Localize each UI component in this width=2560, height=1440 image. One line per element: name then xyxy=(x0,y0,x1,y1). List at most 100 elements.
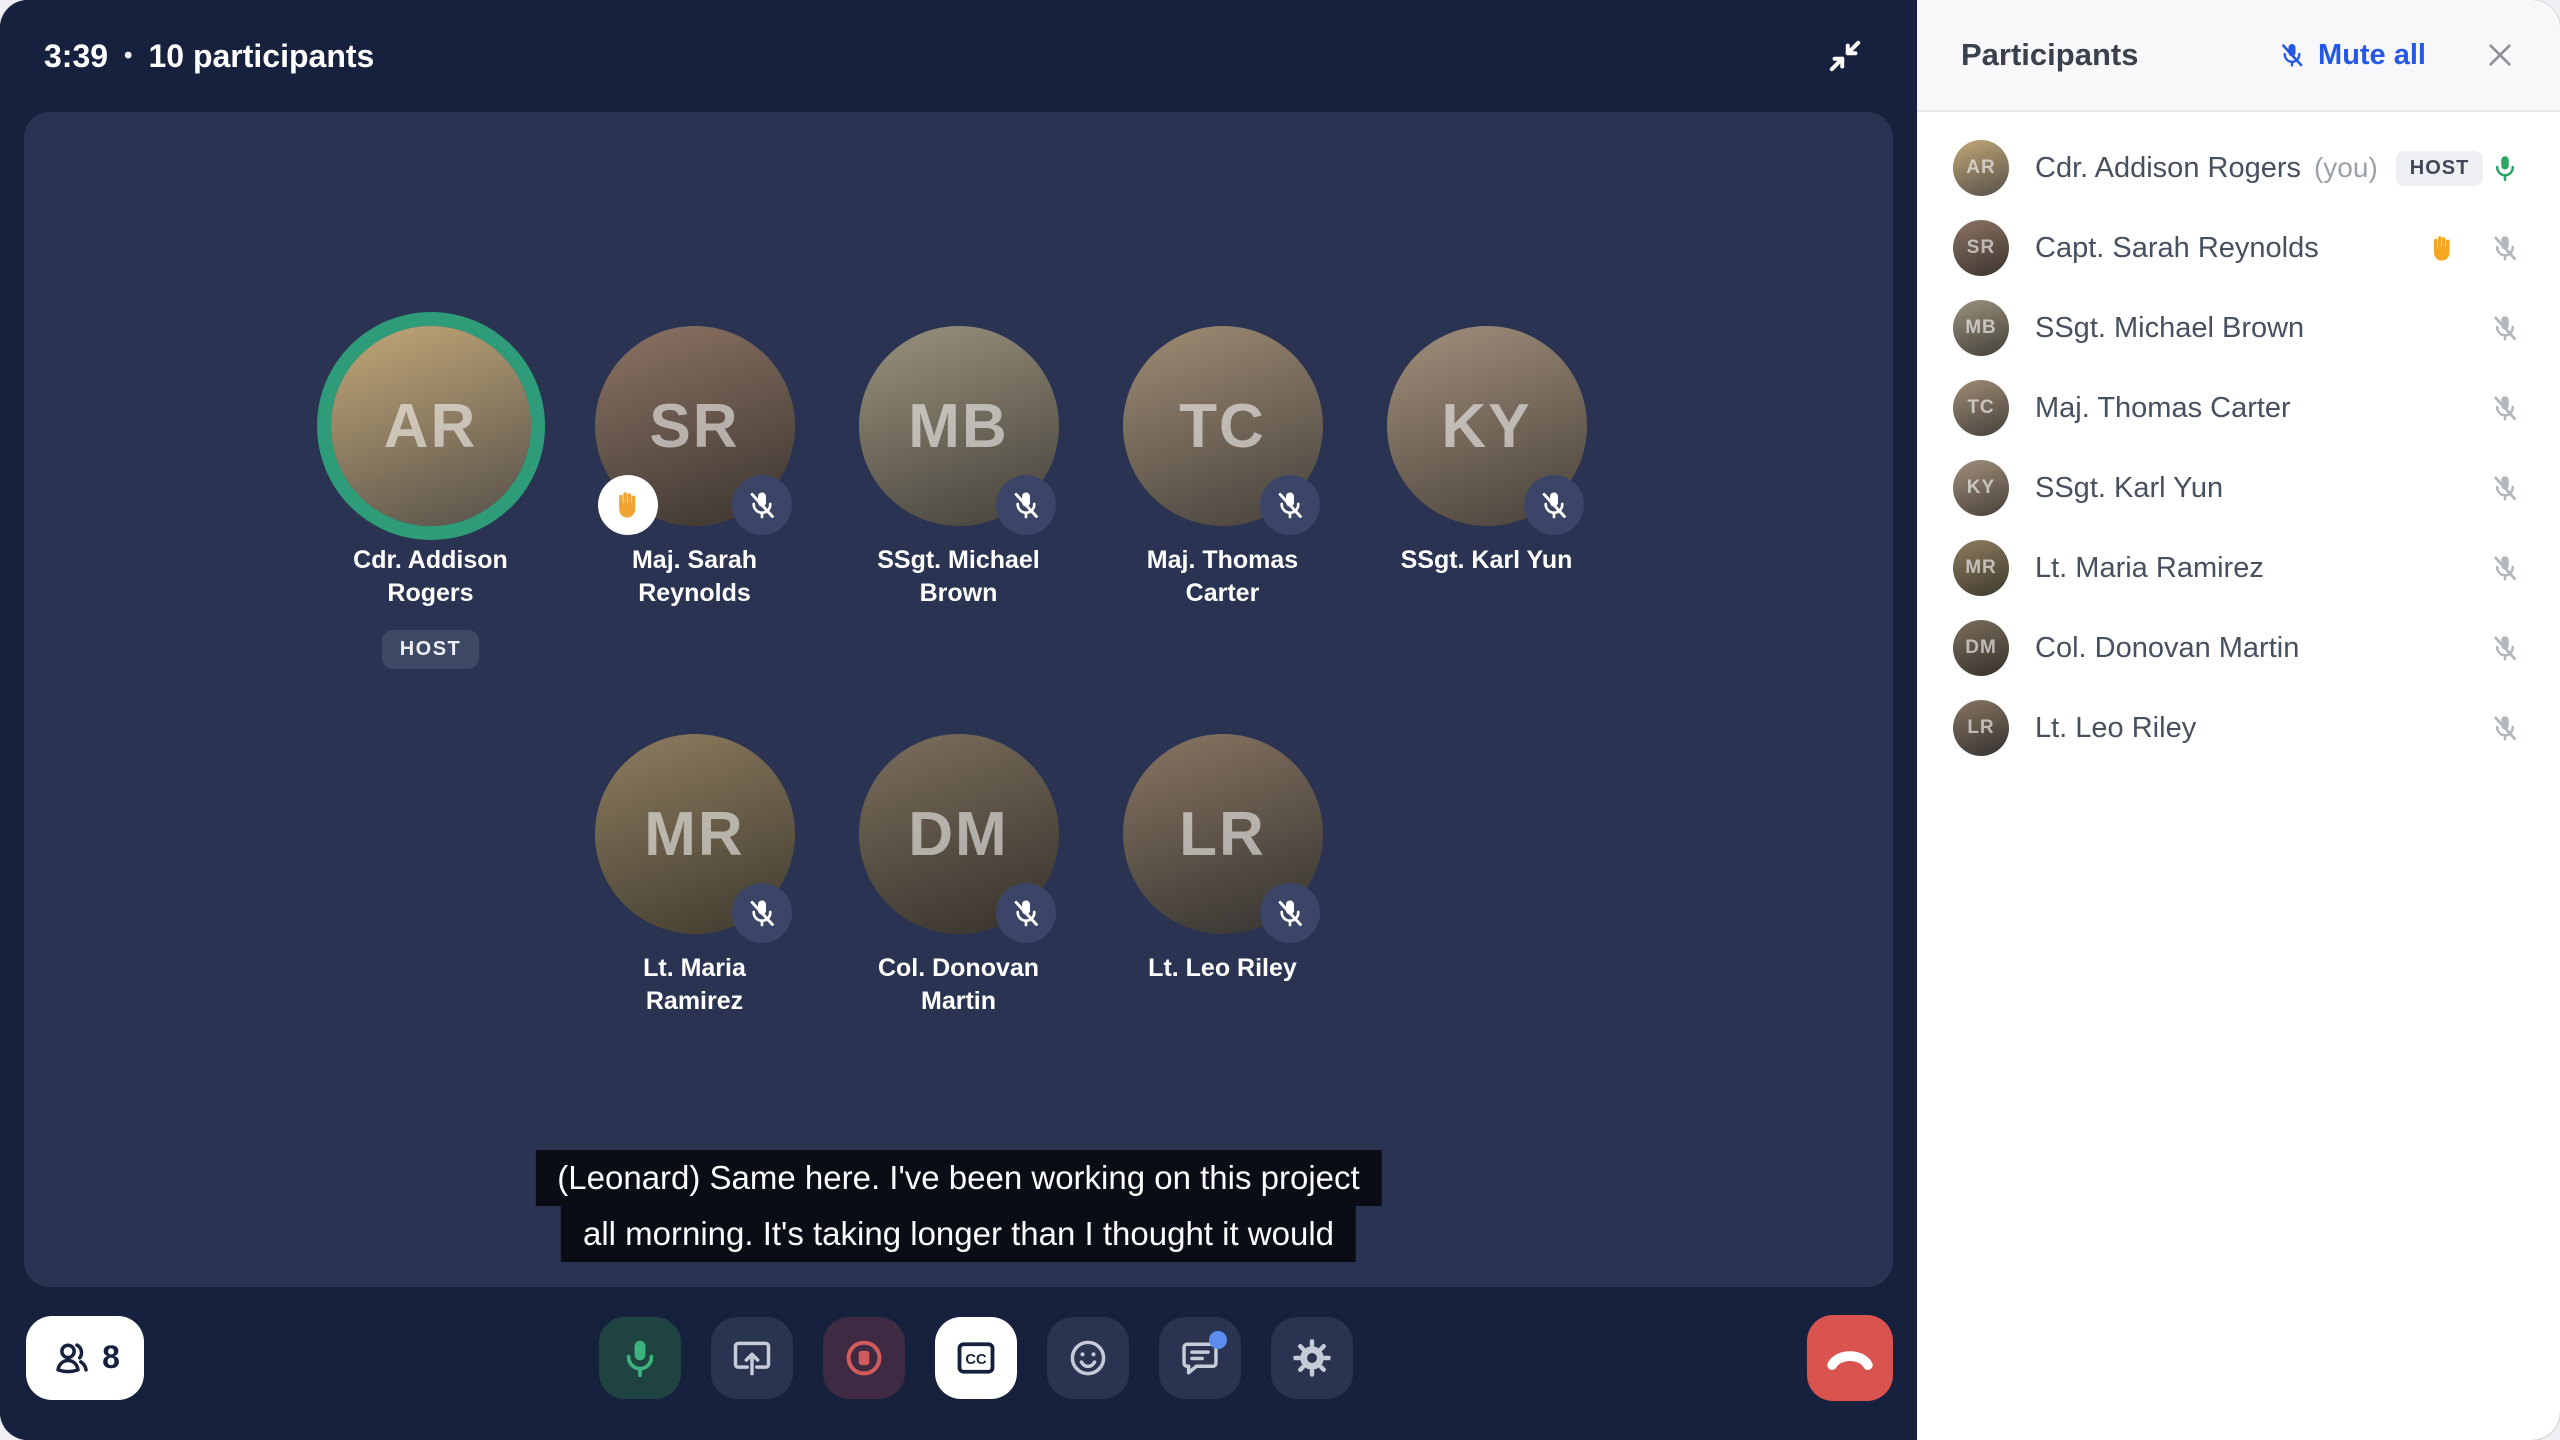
avatar-wrap: MR xyxy=(595,734,795,934)
raised-hand-badge xyxy=(598,475,658,535)
hang-up-icon xyxy=(1824,1343,1876,1373)
avatar-initials: MR xyxy=(1965,557,1997,579)
avatar-wrap: LR xyxy=(1123,734,1323,934)
participant-tile[interactable]: MB SSgt. Michael Brown xyxy=(843,326,1075,734)
participant-tile[interactable]: TC Maj. Thomas Carter xyxy=(1107,326,1339,734)
record-icon xyxy=(842,1336,886,1380)
captions-button[interactable]: CC xyxy=(935,1317,1017,1399)
avatar-initials: TC xyxy=(1967,397,1994,419)
participant-tile[interactable]: LR Lt. Leo Riley xyxy=(1107,734,1339,1142)
avatar: MB xyxy=(1953,300,2009,356)
participants-count-button[interactable]: 8 xyxy=(26,1316,144,1400)
close-panel-button[interactable] xyxy=(2478,38,2522,72)
mic-status-icon[interactable] xyxy=(2490,153,2520,183)
mic-muted-icon xyxy=(1010,897,1042,929)
mic-status-icon[interactable] xyxy=(2490,473,2520,503)
record-button[interactable] xyxy=(823,1317,905,1399)
participant-row[interactable]: AR Cdr. Addison Rogers (you) HOST xyxy=(1917,128,2560,208)
avatar: TC xyxy=(1953,380,2009,436)
separator-dot: • xyxy=(124,42,132,70)
participant-row[interactable]: TC Maj. Thomas Carter xyxy=(1917,368,2560,448)
participant-tile[interactable]: DM Col. Donovan Martin xyxy=(843,734,1075,1142)
participant-tile[interactable]: AR Cdr. Addison Rogers HOST xyxy=(315,326,547,734)
close-icon xyxy=(2484,39,2516,71)
settings-button[interactable] xyxy=(1271,1317,1353,1399)
grid-row-2: MR Lt. Maria Ramirez DM xyxy=(24,734,1893,1142)
screen-share-icon xyxy=(730,1336,774,1380)
mic-muted-icon xyxy=(1274,897,1306,929)
host-badge: HOST xyxy=(2396,151,2484,186)
participant-row[interactable]: LR Lt. Leo Riley xyxy=(1917,688,2560,768)
minimize-button[interactable] xyxy=(1823,34,1867,78)
avatar-initials: LR xyxy=(1179,799,1266,870)
avatar-initials: AR xyxy=(1966,157,1995,179)
avatar-wrap: AR xyxy=(331,326,531,526)
participant-name: SSgt. Michael Brown xyxy=(2035,312,2304,345)
captions-icon: CC xyxy=(954,1336,998,1380)
collapse-arrows-icon xyxy=(1823,34,1867,78)
muted-mic-badge xyxy=(1260,475,1320,535)
mic-status-icon[interactable] xyxy=(2490,313,2520,343)
participant-tile[interactable]: KY SSgt. Karl Yun xyxy=(1371,326,1603,734)
participant-name: Cdr. Addison Rogers xyxy=(333,544,529,610)
main-area: 3:39 • 10 participants AR Cdr. Ad xyxy=(0,0,1917,1440)
reactions-button[interactable] xyxy=(1047,1317,1129,1399)
svg-text:CC: CC xyxy=(965,1352,987,1368)
participant-name: SSgt. Karl Yun xyxy=(1401,544,1573,577)
participant-name: Maj. Sarah Reynolds xyxy=(597,544,793,610)
participant-name: Capt. Sarah Reynolds xyxy=(2035,232,2319,265)
avatar-wrap: TC xyxy=(1123,326,1323,526)
chat-notification-dot xyxy=(1209,1331,1227,1349)
control-bar: 8 xyxy=(0,1281,1917,1440)
mute-all-button[interactable]: Mute all xyxy=(2272,38,2432,73)
muted-mic-badge xyxy=(996,883,1056,943)
muted-mic-badge xyxy=(732,883,792,943)
mic-muted-icon xyxy=(746,897,778,929)
mic-muted-icon xyxy=(1010,489,1042,521)
mic-status-icon[interactable] xyxy=(2490,713,2520,743)
mic-status-icon[interactable] xyxy=(2490,393,2520,423)
avatar: AR xyxy=(331,326,531,526)
participant-row[interactable]: DM Col. Donovan Martin xyxy=(1917,608,2560,688)
host-badge: HOST xyxy=(382,630,480,669)
avatar: MR xyxy=(1953,540,2009,596)
participants-panel: Participants Mute all xyxy=(1917,0,2560,1440)
microphone-button[interactable] xyxy=(599,1317,681,1399)
participant-name: Lt. Maria Ramirez xyxy=(2035,552,2264,585)
participant-row[interactable]: MB SSgt. Michael Brown xyxy=(1917,288,2560,368)
avatar-initials: LR xyxy=(1967,717,1994,739)
participant-name: Lt. Leo Riley xyxy=(2035,712,2196,745)
avatar-initials: DM xyxy=(908,799,1008,870)
mic-status-icon[interactable] xyxy=(2490,233,2520,263)
participant-tile[interactable]: SR xyxy=(579,326,811,734)
avatar: AR xyxy=(1953,140,2009,196)
avatar-initials: TC xyxy=(1179,391,1266,462)
meeting-timer: 3:39 xyxy=(44,38,108,75)
avatar-wrap: SR xyxy=(595,326,795,526)
avatar-wrap: DM xyxy=(859,734,1059,934)
mic-status-icon[interactable] xyxy=(2490,633,2520,663)
participant-row[interactable]: MR Lt. Maria Ramirez xyxy=(1917,528,2560,608)
participant-count-label: 10 participants xyxy=(148,38,374,75)
participant-grid: AR Cdr. Addison Rogers HOST SR xyxy=(24,112,1893,1142)
meeting-header: 3:39 • 10 participants xyxy=(0,0,1917,112)
participant-tile[interactable]: MR Lt. Maria Ramirez xyxy=(579,734,811,1142)
mic-status-icon[interactable] xyxy=(2490,553,2520,583)
muted-mic-badge xyxy=(1260,883,1320,943)
chat-button[interactable] xyxy=(1159,1317,1241,1399)
mic-muted-icon xyxy=(746,489,778,521)
avatar-initials: KY xyxy=(1441,391,1531,462)
avatar-initials: DM xyxy=(1965,637,1997,659)
muted-mic-badge xyxy=(996,475,1056,535)
participant-name: SSgt. Karl Yun xyxy=(2035,472,2223,505)
screen-share-button[interactable] xyxy=(711,1317,793,1399)
participant-row[interactable]: KY SSgt. Karl Yun xyxy=(1917,448,2560,528)
live-caption: (Leonard) Same here. I've been working o… xyxy=(535,1150,1381,1262)
caption-line-2: all morning. It's taking longer than I t… xyxy=(561,1206,1356,1262)
avatar-initials: AR xyxy=(384,391,478,462)
avatar-initials: MB xyxy=(1965,317,1997,339)
participant-row[interactable]: SR Capt. Sarah Reynolds xyxy=(1917,208,2560,288)
participants-panel-header: Participants Mute all xyxy=(1917,0,2560,112)
toolbar-controls: CC xyxy=(144,1317,1807,1399)
leave-call-button[interactable] xyxy=(1807,1315,1893,1401)
